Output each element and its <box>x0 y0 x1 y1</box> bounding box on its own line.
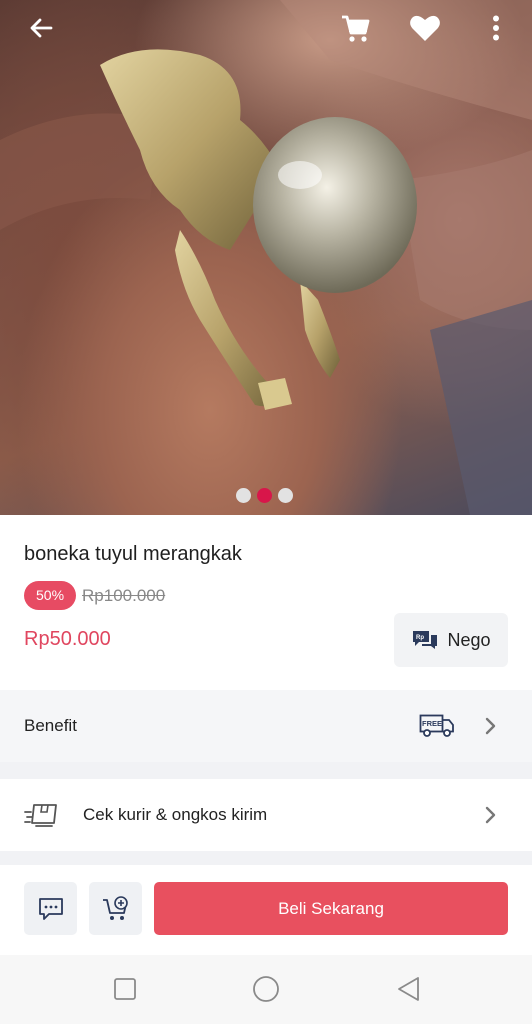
home-button[interactable] <box>250 973 282 1005</box>
circle-icon <box>253 976 279 1002</box>
nego-button[interactable]: Rp Nego <box>394 613 508 667</box>
shopping-cart-icon <box>342 15 370 42</box>
chevron-right-icon <box>485 717 496 735</box>
shipping-check-label: Cek kurir & ongkos kirim <box>83 805 268 824</box>
benefit-row[interactable]: Benefit FREE <box>0 690 532 762</box>
arrow-left-icon <box>30 18 53 38</box>
square-icon <box>114 978 136 1000</box>
section-divider <box>0 762 532 779</box>
free-shipping-truck-icon: FREE <box>419 714 454 737</box>
free-badge-text: FREE <box>422 719 442 728</box>
nego-label: Nego <box>447 629 491 650</box>
discount-row: 50% Rp100.000 <box>24 581 165 610</box>
buy-now-button[interactable]: Beli Sekarang <box>154 882 508 935</box>
chat-icon <box>38 897 63 920</box>
discount-badge: 50% <box>24 581 77 610</box>
cart-plus-icon <box>102 895 128 920</box>
gallery-dot[interactable] <box>278 488 293 503</box>
wishlist-button[interactable] <box>407 10 443 46</box>
gallery-dot[interactable] <box>257 488 272 503</box>
gallery-dot[interactable] <box>236 488 251 503</box>
chevron-right-icon <box>485 806 496 824</box>
shipping-check-row[interactable]: Cek kurir & ongkos kirim <box>0 779 532 851</box>
gallery-pagination <box>236 488 293 503</box>
product-title: boneka tuyul merangkak <box>24 543 242 565</box>
original-price: Rp100.000 <box>82 585 166 605</box>
benefit-label: Benefit <box>24 716 77 735</box>
product-photo <box>0 0 532 515</box>
more-vertical-icon <box>493 15 499 41</box>
courier-box-icon <box>24 804 57 827</box>
system-navigation-bar <box>0 955 532 1024</box>
recent-apps-button[interactable] <box>109 973 141 1005</box>
more-options-button[interactable] <box>478 10 514 46</box>
back-button[interactable] <box>23 10 59 46</box>
add-to-cart-button[interactable] <box>89 882 142 935</box>
product-image[interactable] <box>0 0 532 515</box>
product-price: Rp50.000 <box>24 628 111 650</box>
negotiate-chat-icon: Rp <box>413 631 438 649</box>
chat-seller-button[interactable] <box>24 882 77 935</box>
svg-text:Rp: Rp <box>416 635 424 641</box>
heart-icon <box>410 15 440 41</box>
section-divider <box>0 851 532 865</box>
system-back-button[interactable] <box>393 973 425 1005</box>
cart-button[interactable] <box>337 10 373 46</box>
triangle-back-icon <box>398 977 419 1001</box>
